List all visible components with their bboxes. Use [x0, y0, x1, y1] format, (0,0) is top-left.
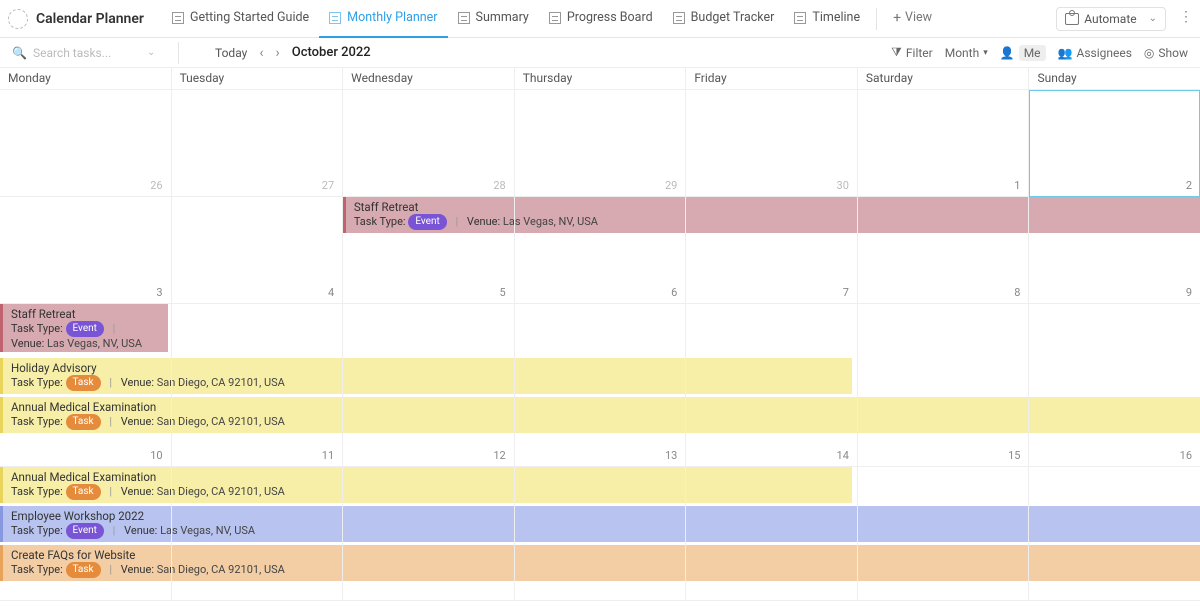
day-cell[interactable] — [0, 467, 172, 601]
day-sun: Sunday — [1029, 68, 1200, 89]
filter-button[interactable]: ⧩ Filter — [891, 45, 933, 60]
me-button[interactable]: 👤 Me — [1000, 45, 1046, 61]
chevron-down-icon[interactable]: ⌄ — [147, 47, 155, 58]
day-cell[interactable]: 10 — [0, 304, 172, 467]
day-cell-today[interactable]: 2 — [1029, 90, 1200, 197]
caret-down-icon: ▾ — [983, 48, 988, 58]
range-button[interactable]: Month ▾ — [945, 46, 988, 60]
calendar-icon — [329, 12, 341, 24]
day-cell[interactable]: 4 — [172, 197, 344, 304]
automate-button[interactable]: Automate ⌄ — [1056, 7, 1166, 31]
tab-timeline[interactable]: Timeline — [784, 0, 870, 38]
week-row: 26 27 28 29 30 1 2 — [0, 90, 1200, 197]
day-cell[interactable]: 8 — [858, 197, 1030, 304]
toolbar: 🔍 ⌄ Today ‹ › October 2022 ⧩ Filter Mont… — [0, 38, 1200, 68]
day-cell[interactable] — [858, 467, 1030, 601]
day-cell[interactable]: 9 — [1029, 197, 1200, 304]
timeline-icon — [794, 12, 806, 24]
day-wed: Wednesday — [343, 68, 515, 89]
week-row: Staff Retreat Task Type: Event | Venue: … — [0, 304, 1200, 467]
eye-icon: ◎ — [1144, 46, 1154, 60]
filter-icon: ⧩ — [891, 45, 902, 60]
person-icon: 👤 — [1000, 46, 1015, 60]
tab-label: Timeline — [812, 10, 860, 25]
search-wrap: 🔍 ⌄ — [12, 46, 172, 60]
tab-progress-board[interactable]: Progress Board — [539, 0, 663, 38]
tab-getting-started[interactable]: Getting Started Guide — [162, 0, 319, 38]
day-fri: Friday — [686, 68, 858, 89]
day-cell[interactable]: 15 — [858, 304, 1030, 467]
day-cell[interactable]: 28 — [343, 90, 515, 197]
tab-label: Summary — [476, 10, 529, 25]
add-view-button[interactable]: + View — [883, 0, 942, 38]
people-icon: 👥 — [1058, 46, 1073, 60]
day-cell[interactable] — [343, 467, 515, 601]
share-icon[interactable] — [1176, 11, 1192, 27]
automate-label: Automate — [1084, 12, 1136, 26]
tab-summary[interactable]: Summary — [448, 0, 539, 38]
search-icon: 🔍 — [12, 46, 27, 60]
day-thu: Thursday — [515, 68, 687, 89]
calendar-grid: 26 27 28 29 30 1 2 Staff Retreat Task Ty… — [0, 90, 1200, 601]
day-cell[interactable]: 5 — [343, 197, 515, 304]
day-cell[interactable]: 13 — [515, 304, 687, 467]
month-label: October 2022 — [292, 45, 371, 60]
day-cell[interactable]: 27 — [172, 90, 344, 197]
day-cell[interactable] — [172, 467, 344, 601]
tab-label: Getting Started Guide — [190, 10, 309, 25]
app-icon — [8, 9, 28, 29]
tab-label: Monthly Planner — [347, 10, 437, 25]
day-cell[interactable]: 26 — [0, 90, 172, 197]
day-sat: Saturday — [858, 68, 1030, 89]
divider — [876, 8, 877, 30]
day-tue: Tuesday — [172, 68, 344, 89]
prev-month-button[interactable]: ‹ — [253, 45, 269, 61]
app-title: Calendar Planner — [36, 11, 144, 27]
assignees-button[interactable]: 👥 Assignees — [1058, 46, 1132, 60]
day-cell[interactable]: 11 — [172, 304, 344, 467]
table-icon — [673, 12, 685, 24]
day-cell[interactable] — [515, 467, 687, 601]
week-row: Staff Retreat Task Type: Event | Venue: … — [0, 197, 1200, 304]
plus-icon: + — [893, 10, 901, 26]
chevron-down-icon: ⌄ — [1149, 13, 1157, 24]
robot-icon — [1065, 13, 1079, 25]
day-cell[interactable]: 6 — [515, 197, 687, 304]
tab-monthly-planner[interactable]: Monthly Planner — [319, 0, 447, 38]
search-input[interactable] — [33, 46, 143, 60]
day-cell[interactable]: 30 — [686, 90, 858, 197]
tab-budget-tracker[interactable]: Budget Tracker — [663, 0, 785, 38]
board-icon — [549, 12, 561, 24]
list-icon — [458, 12, 470, 24]
week-row: Annual Medical Examination Task Type: Ta… — [0, 467, 1200, 601]
add-view-label: View — [905, 10, 932, 25]
day-cell[interactable]: 14 — [686, 304, 858, 467]
day-cell[interactable] — [1029, 467, 1200, 601]
day-cell[interactable]: 3 — [0, 197, 172, 304]
tab-bar: Calendar Planner Getting Started Guide M… — [0, 0, 1200, 38]
day-cell[interactable]: 16 — [1029, 304, 1200, 467]
day-cell[interactable] — [686, 467, 858, 601]
tab-label: Budget Tracker — [691, 10, 775, 25]
doc-icon — [172, 12, 184, 24]
divider — [178, 42, 179, 64]
day-cell[interactable]: 12 — [343, 304, 515, 467]
today-button[interactable]: Today — [209, 44, 253, 62]
day-mon: Monday — [0, 68, 172, 89]
next-month-button[interactable]: › — [270, 45, 286, 61]
weekday-header: Monday Tuesday Wednesday Thursday Friday… — [0, 68, 1200, 90]
day-cell[interactable]: 1 — [858, 90, 1030, 197]
day-cell[interactable]: 29 — [515, 90, 687, 197]
day-cell[interactable]: 7 — [686, 197, 858, 304]
tab-label: Progress Board — [567, 10, 653, 25]
show-button[interactable]: ◎ Show — [1144, 46, 1188, 60]
